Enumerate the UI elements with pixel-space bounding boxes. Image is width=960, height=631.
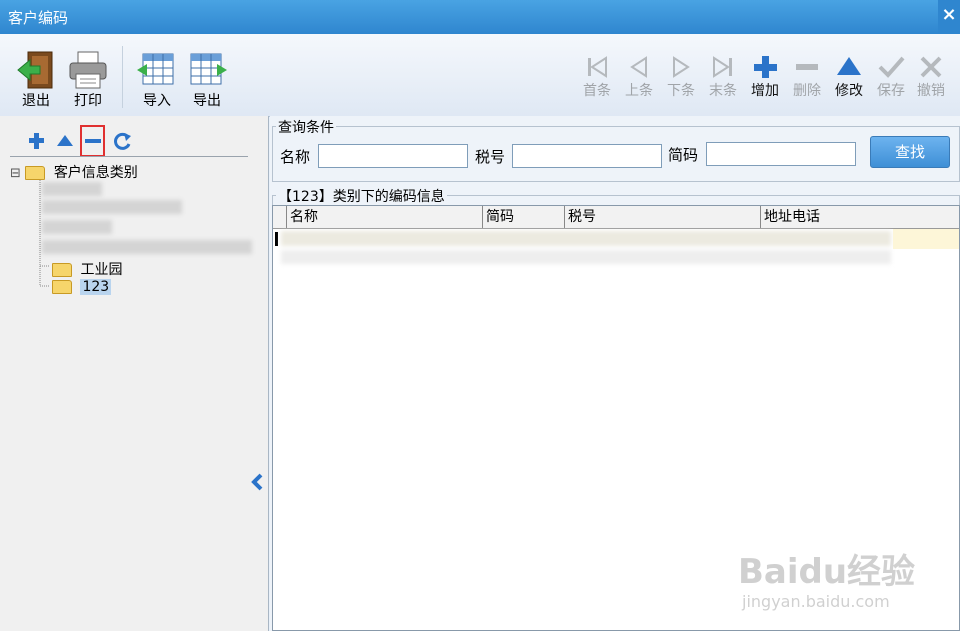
watermark-url: jingyan.baidu.com [742,592,890,611]
x-cancel-icon [916,54,946,80]
query-legend: 查询条件 [276,117,336,137]
prev-record-button[interactable]: 上条 [620,54,658,100]
prev-record-label: 上条 [625,83,653,99]
exit-door-icon [14,50,58,90]
tree-root-label: 客户信息类别 [53,165,138,181]
triangle-up-icon [57,135,73,146]
folder-icon [52,280,72,294]
watermark-brand: Baidu经验 [738,552,916,592]
tree-delete-button[interactable] [82,130,104,152]
category-panel: ⊟ 客户信息类别 工业园 123 [0,116,269,631]
prev-record-icon [624,54,654,80]
column-header-address-phone[interactable]: 地址电话 [761,206,959,228]
tree-item-label: 123 [80,279,112,295]
tree-connector-lines [39,180,50,287]
column-header-name[interactable]: 名称 [287,206,483,228]
tree-item-selected[interactable]: 123 [52,279,112,299]
grid-header: 名称 简码 税号 地址电话 [273,206,959,229]
table-row[interactable] [273,248,959,268]
window-title: 客户编码 [8,9,69,27]
printer-icon [66,50,110,90]
last-record-icon [708,54,738,80]
shortcode-label: 简码 [668,146,699,164]
import-label: 导入 [143,93,171,109]
exit-button[interactable]: 退出 [12,50,60,110]
collapse-panel-button[interactable] [250,472,264,492]
tree-toolbar-divider [10,156,248,157]
redacted-tree-item [42,182,102,196]
toolbar-divider [122,46,123,108]
next-record-icon [666,54,696,80]
redacted-tree-item [42,220,112,234]
title-bar: 客户编码 × [0,0,960,34]
name-input[interactable] [318,144,468,168]
redacted-row-content [281,250,891,264]
shortcode-input[interactable] [706,142,856,166]
print-button[interactable]: 打印 [64,50,112,110]
add-record-label: 增加 [751,83,779,99]
exit-label: 退出 [22,93,50,109]
add-record-button[interactable]: 增加 [746,54,784,100]
save-button[interactable]: 保存 [872,54,910,100]
folder-icon [52,263,72,277]
export-label: 导出 [193,93,221,109]
list-legend: 【123】类别下的编码信息 [276,186,447,206]
table-row[interactable] [273,229,959,249]
main-toolbar: 退出 打印 导入 导出 首条 上条 下条 末条 增加 删除 修改 保存 撤销 [0,34,960,117]
plus-icon [29,133,44,149]
tree-add-button[interactable] [26,130,48,152]
minus-icon [792,54,822,80]
next-record-label: 下条 [667,83,695,99]
tree-toolbar [10,124,250,157]
edit-record-button[interactable]: 修改 [830,54,868,100]
search-button[interactable]: 查找 [870,136,950,168]
last-record-button[interactable]: 末条 [704,54,742,100]
checkmark-icon [876,54,906,80]
print-label: 打印 [74,93,102,109]
name-label: 名称 [280,148,311,166]
taxno-label: 税号 [475,148,506,166]
row-indicator [275,232,278,246]
tree-refresh-button[interactable] [112,130,134,152]
edit-record-label: 修改 [835,83,863,99]
taxno-input[interactable] [512,144,662,168]
tree-item[interactable]: 工业园 [52,259,122,279]
delete-record-label: 删除 [793,83,821,99]
first-record-icon [582,54,612,80]
refresh-icon [114,132,131,150]
triangle-up-icon [834,54,864,80]
close-button[interactable]: × [938,0,960,34]
export-table-icon [185,50,229,90]
row-highlight-cell [893,229,959,249]
tree-root[interactable]: ⊟ 客户信息类别 [10,162,138,182]
tree-item-label: 工业园 [80,262,123,278]
redacted-tree-item [42,240,252,254]
first-record-button[interactable]: 首条 [578,54,616,100]
folder-open-icon [25,166,46,180]
delete-record-button[interactable]: 删除 [788,54,826,100]
column-header-shortcode[interactable]: 简码 [483,206,565,228]
baidu-watermark: Baidu经验 jingyan.baidu.com [738,530,938,620]
import-button[interactable]: 导入 [134,50,180,110]
tree-expand-icon[interactable]: ⊟ [10,166,21,181]
plus-icon [750,54,780,80]
redacted-row-content [281,231,891,246]
cancel-label: 撤销 [917,83,945,99]
tree-move-up-button[interactable] [54,130,76,152]
last-record-label: 末条 [709,83,737,99]
cancel-button[interactable]: 撤销 [912,54,950,100]
chevron-left-icon [251,473,263,491]
next-record-button[interactable]: 下条 [662,54,700,100]
column-header-taxno[interactable]: 税号 [565,206,761,228]
minus-icon [85,139,101,143]
redacted-tree-item [42,200,182,214]
first-record-label: 首条 [583,83,611,99]
save-label: 保存 [877,83,905,99]
grid-corner [273,206,287,228]
import-table-icon [135,50,179,90]
export-button[interactable]: 导出 [184,50,230,110]
